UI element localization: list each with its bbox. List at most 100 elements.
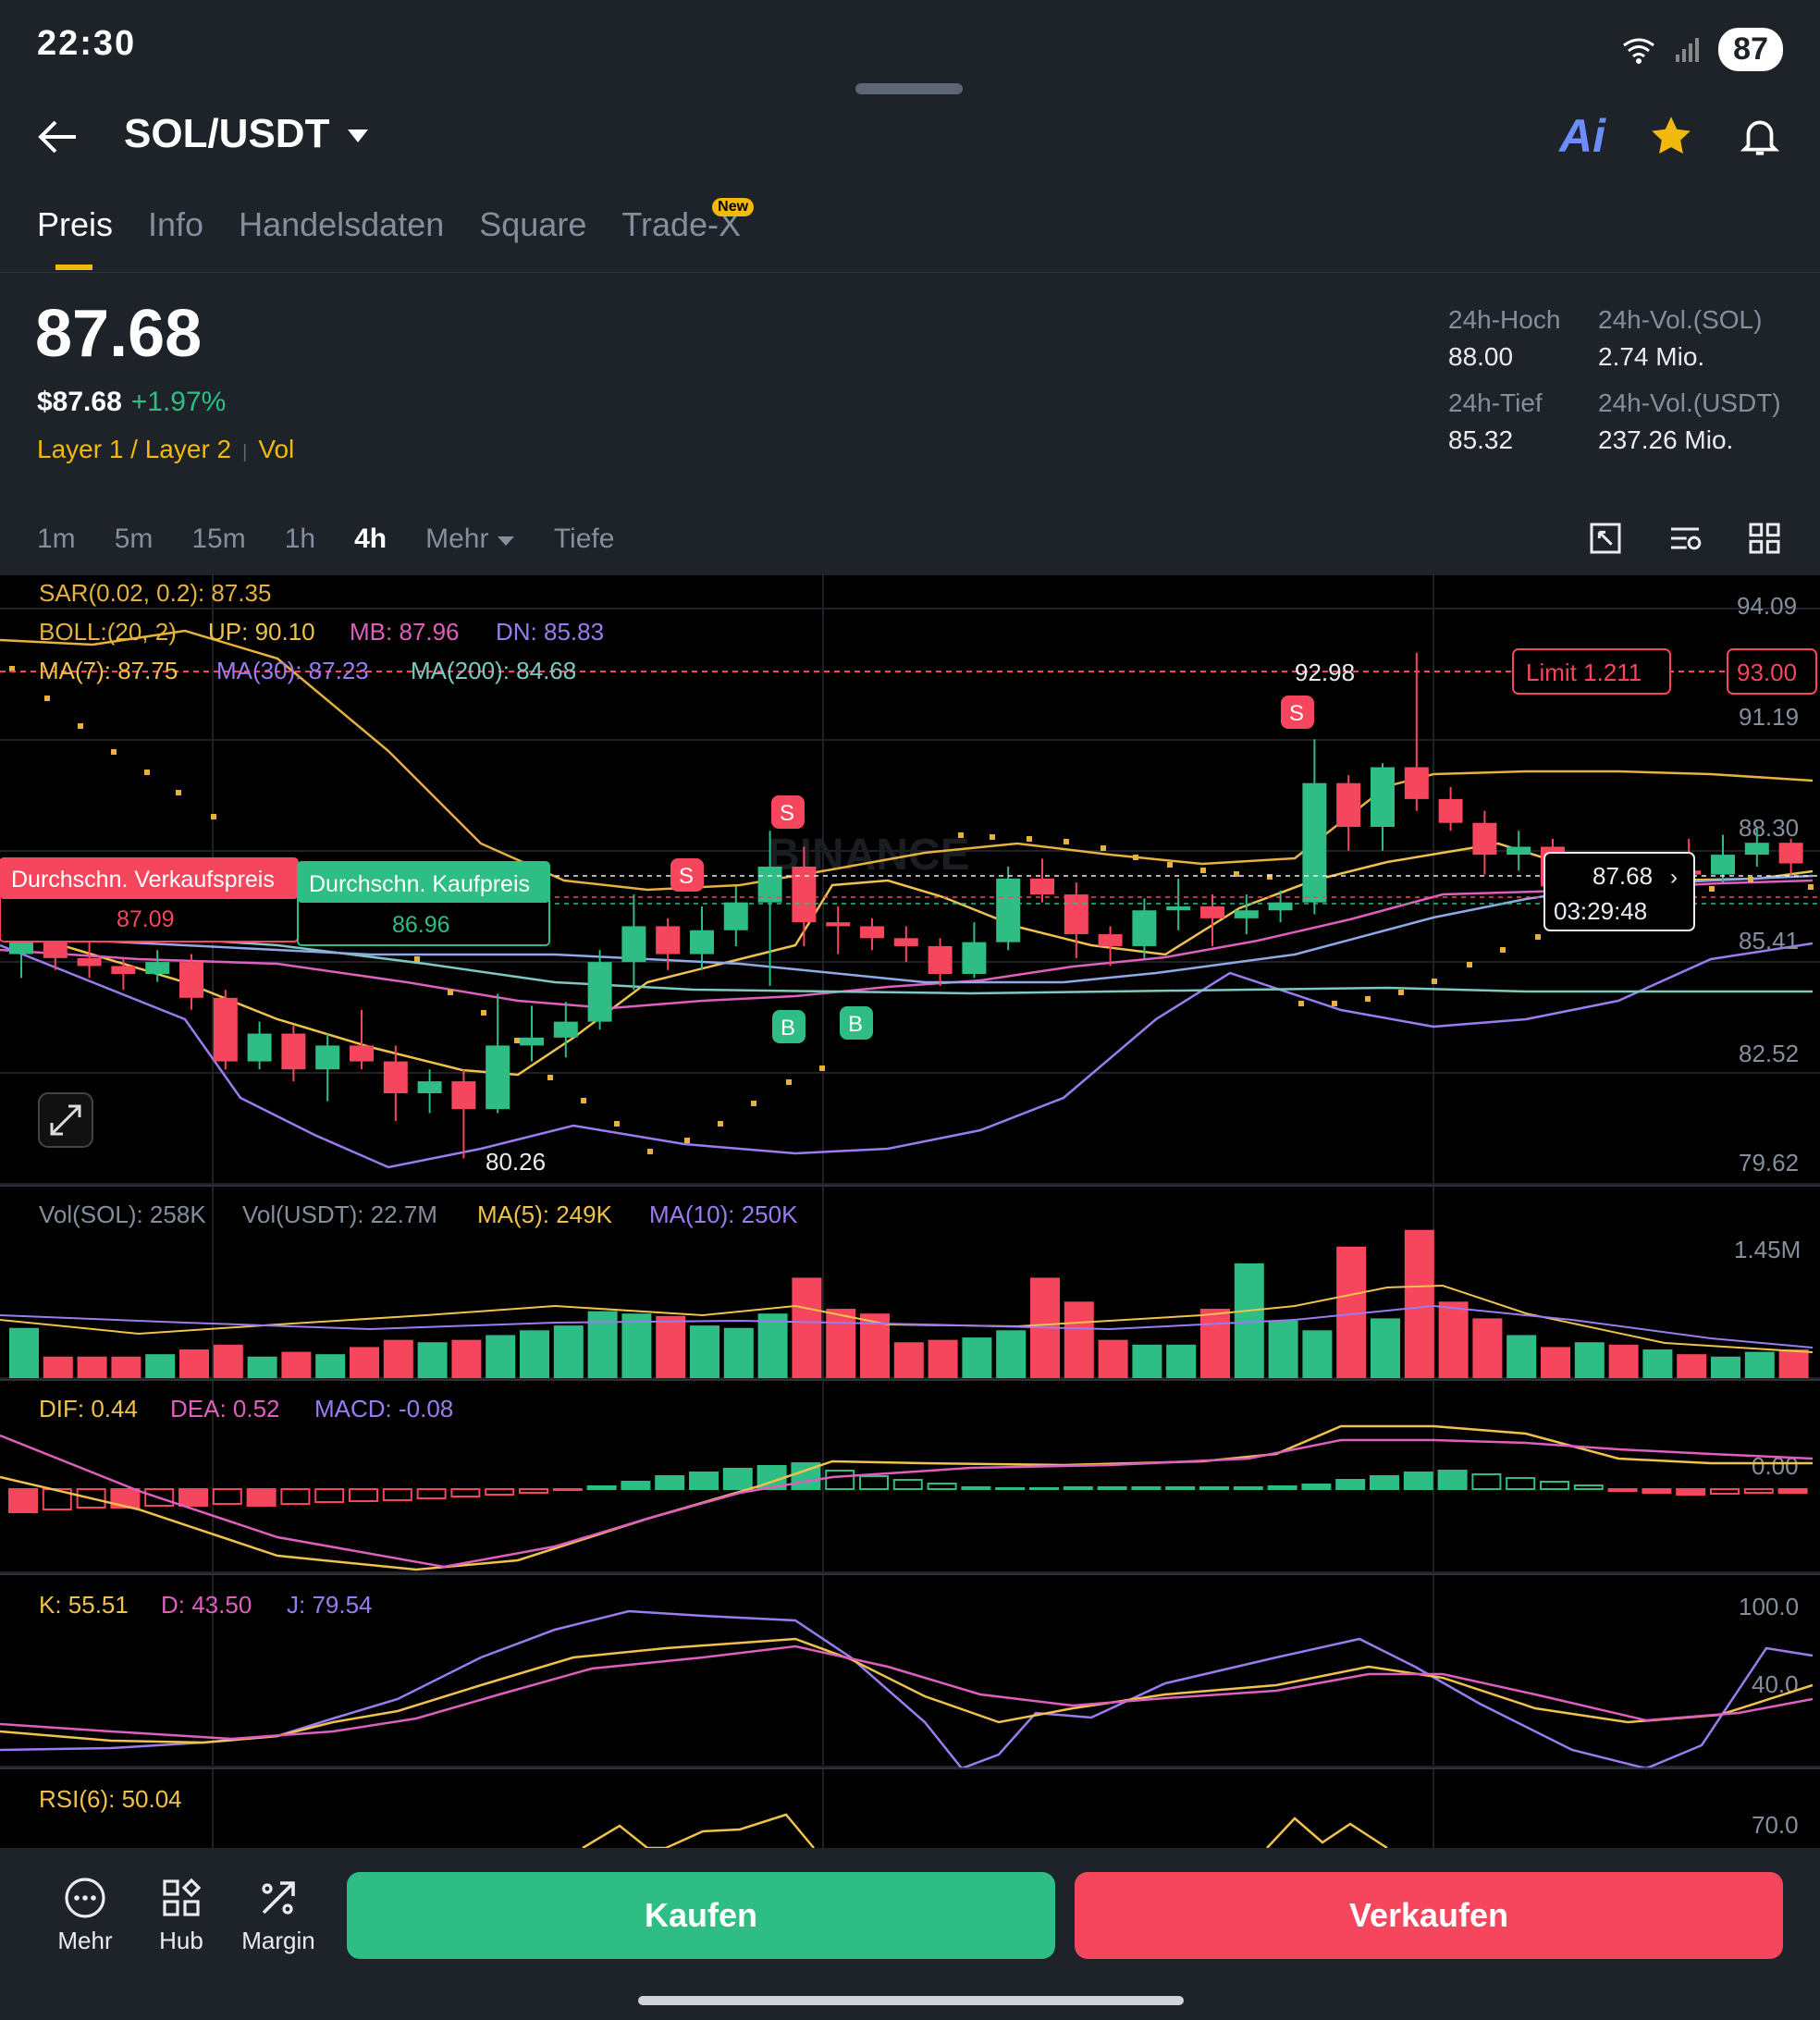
new-badge: New — [712, 198, 755, 216]
candle-body — [587, 962, 612, 1022]
vol-axis-label: 1.45M — [1734, 1236, 1801, 1263]
tab-square[interactable]: Square — [479, 205, 586, 244]
wifi-icon — [1623, 38, 1655, 64]
rsi-axis-label: 70.0 — [1752, 1811, 1799, 1839]
tag-vol[interactable]: Vol — [258, 435, 294, 463]
macd-bar — [178, 1488, 208, 1507]
timeframe-1m[interactable]: 1m — [37, 523, 76, 555]
sar-dot — [211, 814, 216, 819]
k-legend: K: 55.51 — [39, 1591, 129, 1619]
sar-dot — [44, 696, 50, 701]
sar-dot — [547, 1075, 553, 1080]
candle-countdown: 03:29:48 — [1554, 897, 1647, 925]
layout-grid-icon[interactable] — [1746, 520, 1783, 557]
boll-legend: BOLL:(20, 2) — [39, 618, 177, 646]
stat-label: 24h-Vol.(SOL) — [1598, 305, 1763, 334]
candle-body — [1336, 782, 1361, 827]
volume-bar — [1098, 1339, 1128, 1378]
candle-body — [486, 1045, 510, 1110]
tab-preis[interactable]: Preis — [37, 205, 113, 270]
sar-dot — [990, 834, 995, 840]
kdj-axis-label: 100.0 — [1739, 1593, 1799, 1620]
volume-bar — [1166, 1344, 1197, 1378]
depth-tab[interactable]: Tiefe — [554, 523, 615, 555]
candle-body — [1030, 878, 1054, 895]
candle-body — [690, 930, 714, 955]
candle-body — [1711, 855, 1735, 875]
sar-dot — [1467, 962, 1472, 967]
indicator-settings-icon[interactable] — [1666, 520, 1703, 557]
timeframe-bar: 1m 5m 15m 1h 4h Mehr Tiefe — [37, 523, 614, 555]
volume-bar — [350, 1347, 379, 1378]
margin-button[interactable]: Margin — [232, 1876, 325, 1955]
home-indicator[interactable] — [638, 1996, 1184, 2005]
timeframe-15m[interactable]: 15m — [191, 523, 245, 555]
candle-body — [1234, 910, 1259, 918]
stat-value: 2.74 Mio. — [1598, 342, 1705, 371]
ma200-legend: MA(200): 84.68 — [411, 657, 576, 684]
volume-bar — [928, 1339, 958, 1378]
back-arrow-icon[interactable] — [37, 118, 78, 155]
sar-legend: SAR(0.02, 0.2): 87.35 — [39, 579, 271, 607]
tab-trade-x[interactable]: Trade-X New — [621, 198, 755, 244]
macd-bar — [552, 1488, 583, 1491]
candle-body — [1778, 843, 1803, 864]
candle-body — [1064, 894, 1088, 935]
tab-info[interactable]: Info — [148, 205, 203, 244]
sar-dot — [614, 1121, 620, 1127]
chart-area[interactable]: BINANCE Limit 1.211 93.00 92.98 80.26 Du… — [0, 575, 1820, 1848]
more-button[interactable]: Mehr — [39, 1876, 131, 1955]
macd-bar — [1335, 1479, 1366, 1490]
macd-bar — [1097, 1486, 1127, 1490]
sar-dot — [1101, 845, 1106, 851]
drag-handle[interactable] — [855, 83, 963, 94]
timeframe-more[interactable]: Mehr — [425, 523, 515, 555]
volume-bar — [77, 1356, 107, 1378]
macd-bar — [1437, 1470, 1468, 1490]
kdj-axis-label: 40.0 — [1752, 1670, 1799, 1698]
top-panel: 22:30 87 SOL/USDT Ai Preis Info Handelsd… — [0, 0, 1820, 575]
sar-dot — [1365, 996, 1371, 1002]
volume-bar — [179, 1349, 209, 1378]
candle-body — [145, 962, 170, 975]
sell-button[interactable]: Verkaufen — [1075, 1872, 1783, 1959]
tab-handelsdaten[interactable]: Handelsdaten — [239, 205, 444, 244]
vol-sol-legend: Vol(SOL): 258K — [39, 1201, 206, 1228]
fullscreen-icon[interactable] — [1587, 520, 1624, 557]
candle-body — [1200, 905, 1224, 918]
stat-label: 24h-Tief — [1448, 388, 1543, 417]
macd-bar — [8, 1488, 38, 1513]
hub-button[interactable]: Hub — [135, 1876, 228, 1955]
star-icon[interactable] — [1648, 113, 1694, 159]
sar-dot — [1709, 886, 1715, 892]
timeframe-1h[interactable]: 1h — [285, 523, 315, 555]
macd-bar — [1199, 1486, 1229, 1490]
buy-button[interactable]: Kaufen — [347, 1872, 1055, 1959]
bottom-bar: Mehr Hub Margin Kaufen Verkaufen — [0, 1848, 1820, 2020]
sar-dot — [1808, 884, 1814, 890]
timeframe-5m[interactable]: 5m — [115, 523, 154, 555]
volume-bar — [1744, 1351, 1775, 1378]
macd-bar — [246, 1488, 277, 1507]
volume-bar — [962, 1337, 992, 1378]
volume-bar — [1064, 1301, 1094, 1378]
pair-title[interactable]: SOL/USDT — [124, 111, 329, 157]
volume-bar — [656, 1315, 686, 1378]
candle-body — [996, 878, 1021, 942]
tag-layer[interactable]: Layer 1 / Layer 2 — [37, 435, 231, 463]
bell-icon[interactable] — [1737, 113, 1783, 159]
boll-dn-legend: DN: 85.83 — [496, 618, 604, 646]
volume-bar — [1200, 1309, 1230, 1378]
candle-body — [1472, 822, 1497, 856]
chevron-down-icon[interactable] — [346, 128, 370, 144]
volume-bar — [996, 1330, 1027, 1378]
timeframe-4h[interactable]: 4h — [354, 523, 387, 555]
candle-body — [1166, 905, 1191, 911]
candle-body — [1302, 782, 1327, 903]
volume-bar — [1404, 1229, 1434, 1378]
macd-bar — [1607, 1488, 1638, 1492]
ai-assistant-icon[interactable]: Ai — [1559, 109, 1605, 163]
candle-body — [247, 1033, 272, 1062]
macd-bar — [586, 1485, 617, 1490]
macd-bar — [689, 1472, 719, 1490]
